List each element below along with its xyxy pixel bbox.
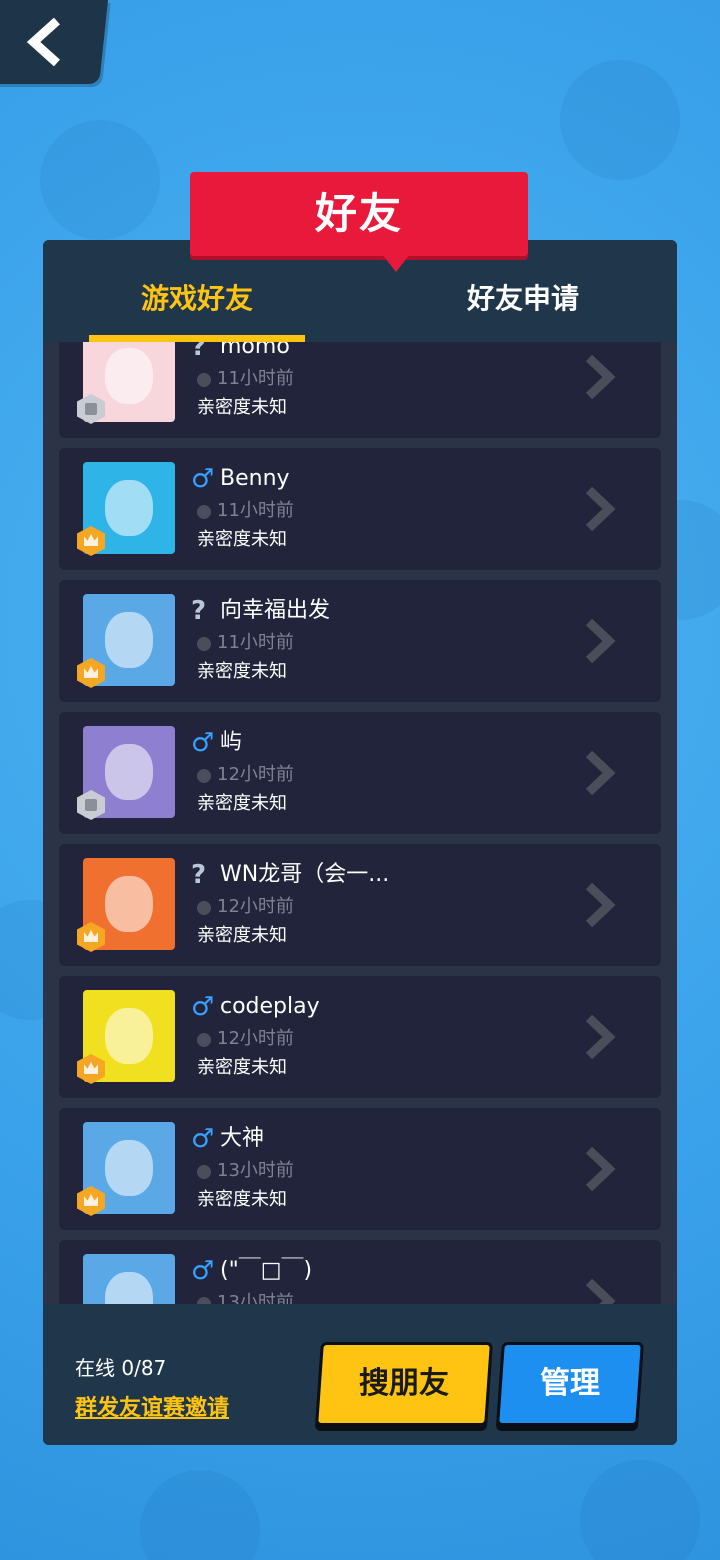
- chevron-right-icon[interactable]: [581, 1278, 617, 1304]
- badge-emblem-icon: [84, 1194, 98, 1206]
- friend-name: codeplay: [220, 994, 320, 1019]
- intimacy-text: 亲密度未知: [197, 1189, 287, 1210]
- offline-status-dot: [197, 901, 211, 915]
- male-icon: ♂: [191, 728, 215, 758]
- chevron-right-icon[interactable]: [581, 882, 617, 928]
- manage-label: 管理: [540, 1366, 600, 1401]
- avatar-face-shape: [105, 612, 153, 668]
- last-seen-text: 13小时前: [217, 1292, 294, 1304]
- footer-bar: 在线 0/87 群发友谊赛邀请 搜朋友 管理: [43, 1304, 677, 1445]
- offline-status-dot: [197, 1297, 211, 1304]
- badge-emblem-icon: [84, 666, 98, 678]
- intimacy-text: 亲密度未知: [197, 1057, 287, 1078]
- friend-row[interactable]: ♂ 大神 13小时前亲密度未知: [59, 1108, 661, 1230]
- friend-name: momo: [220, 342, 290, 359]
- badge-emblem-icon: [84, 1062, 98, 1074]
- avatar-face-shape: [105, 348, 153, 404]
- title-banner-tail: [382, 254, 410, 272]
- search-friends-label: 搜朋友: [359, 1366, 449, 1401]
- friend-name: WN龙哥（会一...: [220, 862, 390, 887]
- chevron-right-icon[interactable]: [581, 1014, 617, 1060]
- badge-emblem-icon: [85, 403, 97, 415]
- friend-name: Benny: [220, 466, 290, 491]
- offline-status-dot: [197, 505, 211, 519]
- friend-row[interactable]: ♂ codeplay 12小时前亲密度未知: [59, 976, 661, 1098]
- intimacy-text: 亲密度未知: [197, 925, 287, 946]
- friend-name: 大神: [220, 1126, 265, 1151]
- friend-name: 屿: [220, 730, 243, 755]
- male-icon: ♂: [191, 1124, 215, 1154]
- chevron-right-icon[interactable]: [581, 354, 617, 400]
- offline-status-dot: [197, 637, 211, 651]
- last-seen-text: 12小时前: [217, 896, 294, 917]
- last-seen-text: 12小时前: [217, 1028, 294, 1049]
- friend-avatar[interactable]: [83, 1254, 175, 1304]
- chevron-right-icon[interactable]: [581, 486, 617, 532]
- offline-status-dot: [197, 769, 211, 783]
- friend-list[interactable]: ? momo 11小时前 亲密度未知 ♂ Benny 11小时前 亲密度未知? 向幸福出发 11小…: [59, 342, 661, 1304]
- friend-name: 向幸福出发: [220, 598, 331, 623]
- offline-status-dot: [197, 1165, 211, 1179]
- friend-name: ("￣□￣): [220, 1258, 313, 1283]
- last-seen-text: 11小时前: [217, 500, 294, 521]
- chevron-right-icon[interactable]: [581, 750, 617, 796]
- male-icon: ♂: [191, 1256, 215, 1286]
- search-friends-button[interactable]: 搜朋友: [315, 1342, 493, 1426]
- offline-status-dot: [197, 1033, 211, 1047]
- unknown-gender-icon: ?: [191, 596, 207, 626]
- unknown-gender-icon: ?: [191, 342, 207, 362]
- online-count: 在线 0/87: [75, 1356, 167, 1380]
- friend-row[interactable]: ? momo 11小时前亲密度未知: [59, 342, 661, 438]
- back-button[interactable]: [0, 0, 109, 84]
- chevron-right-icon[interactable]: [581, 1146, 617, 1192]
- friend-row[interactable]: ? WN龙哥（会一... 12小时前亲密度未知: [59, 844, 661, 966]
- male-icon: ♂: [191, 464, 215, 494]
- friend-row[interactable]: ? 向幸福出发 11小时前亲密度未知: [59, 580, 661, 702]
- title-banner: 好友: [190, 172, 528, 272]
- avatar-face-shape: [105, 876, 153, 932]
- active-tab-indicator: [89, 335, 305, 342]
- friend-row[interactable]: ♂ 屿 12小时前亲密度未知: [59, 712, 661, 834]
- badge-emblem-icon: [84, 930, 98, 942]
- unknown-gender-icon: ?: [191, 860, 207, 890]
- avatar-face-shape: [105, 1008, 153, 1064]
- intimacy-text: 亲密度未知: [197, 793, 287, 814]
- last-seen-text: 11小时前: [217, 368, 294, 389]
- intimacy-text: 亲密度未知: [197, 529, 287, 550]
- back-arrow-icon: [26, 18, 60, 66]
- badge-emblem-icon: [85, 799, 97, 811]
- page-title: 好友: [314, 189, 403, 238]
- friends-panel: 游戏好友 好友申请 ? momo 11小时前 亲密度未知 ♂ Benny 11小时前 亲密度未…: [43, 240, 677, 1445]
- badge-emblem-icon: [84, 534, 98, 546]
- last-seen-text: 12小时前: [217, 764, 294, 785]
- manage-button[interactable]: 管理: [496, 1342, 644, 1426]
- avatar-face-shape: [105, 1272, 153, 1304]
- group-invite-link[interactable]: 群发友谊赛邀请: [75, 1390, 229, 1422]
- avatar-face-shape: [105, 744, 153, 800]
- intimacy-text: 亲密度未知: [197, 661, 287, 682]
- male-icon: ♂: [191, 992, 215, 1022]
- last-seen-text: 13小时前: [217, 1160, 294, 1181]
- avatar-face-shape: [105, 480, 153, 536]
- chevron-right-icon[interactable]: [581, 618, 617, 664]
- avatar-face-shape: [105, 1140, 153, 1196]
- friend-row[interactable]: ♂("￣□￣)13小时前亲密度未知: [59, 1240, 661, 1304]
- friend-row[interactable]: ♂ Benny 11小时前亲密度未知: [59, 448, 661, 570]
- last-seen-text: 11小时前: [217, 632, 294, 653]
- intimacy-text: 亲密度未知: [197, 397, 287, 418]
- offline-status-dot: [197, 373, 211, 387]
